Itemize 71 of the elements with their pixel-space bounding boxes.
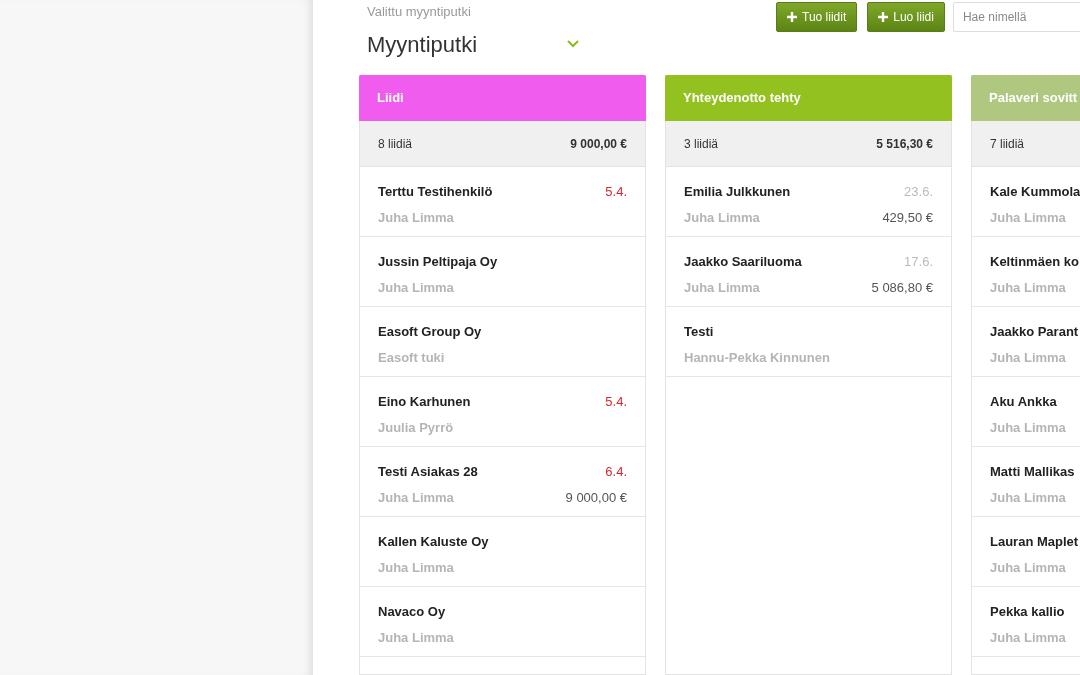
column-header: Yhteydenotto tehty (665, 75, 952, 121)
lead-owner: Juha Limma (990, 348, 1066, 367)
lead-owner: Juha Limma (684, 208, 760, 227)
lead-card[interactable]: Testi Asiakas 28 6.4. Juha Limma 9 000,00 € (360, 447, 645, 517)
due-date: 17.6. (904, 253, 933, 271)
column-header: Liidi (359, 75, 646, 121)
lead-owner: Juha Limma (378, 208, 454, 227)
lead-owner: Juulia Pyrrö (378, 418, 454, 437)
lead-owner: Juha Limma (378, 278, 454, 297)
lead-owner: Easoft tuki (378, 348, 445, 367)
lead-owner: Juha Limma (378, 488, 454, 507)
lead-count: 8 liidiä (378, 135, 413, 153)
lead-owner: Hannu-Pekka Kinnunen (684, 348, 830, 367)
lead-card[interactable]: Kallen Kaluste Oy Juha Limma (360, 517, 645, 587)
lead-card[interactable]: Matti Mallikas Juha Limma (972, 447, 1080, 517)
lead-name: Testi Asiakas 28 (378, 463, 478, 481)
lead-name: Lauran Maplet (990, 533, 1079, 551)
pipeline-label: Valittu myyntiputki (367, 3, 472, 21)
lead-card[interactable]: Easoft Group Oy Easoft tuki (360, 307, 645, 377)
toolbar-button[interactable]: Luo liidi (867, 2, 945, 32)
lead-card[interactable]: Kale Kummola Juha Limma (972, 167, 1080, 237)
lead-name: Terttu Testihenkilö (378, 183, 493, 201)
lead-name: Jaakko Parant (990, 323, 1079, 341)
lead-card[interactable]: Lauran Maplet Juha Limma (972, 517, 1080, 587)
search-field[interactable]: Hae nimellä (952, 2, 1080, 32)
lead-name: Matti Mallikas (990, 463, 1075, 481)
lead-name: Jussin Peltipaja Oy (378, 253, 498, 271)
lead-card[interactable]: Terttu Testihenkilö 5.4. Juha Limma (360, 167, 645, 237)
lead-card[interactable]: Emilia Julkkunen 23.6. Juha Limma 429,50 € (666, 167, 951, 237)
lead-name: Jaakko Saariluoma (684, 253, 802, 271)
lead-name: Kale Kummola (990, 183, 1080, 201)
lead-card[interactable]: Jaakko Saariluoma 17.6. Juha Limma 5 086,80 € (666, 237, 951, 307)
due-date: 23.6. (904, 183, 933, 201)
column-total: 5 516,30 € (876, 135, 933, 153)
lead-card[interactable]: Aku Ankka Juha Limma (972, 377, 1080, 447)
lead-owner: Juha Limma (990, 208, 1066, 227)
due-date: 6.4. (605, 463, 627, 481)
lead-name: Testi (684, 323, 714, 341)
lead-card[interactable]: Navaco Oy Juha Limma (360, 587, 645, 657)
lead-name: Eino Karhunen (378, 393, 471, 411)
lead-card[interactable]: Pekka kallio Juha Limma (972, 587, 1080, 657)
lead-card[interactable]: Eino Karhunen 5.4. Juulia Pyrrö (360, 377, 645, 447)
lead-card[interactable]: Jussin Peltipaja Oy Juha Limma (360, 237, 645, 307)
lead-card[interactable]: Keltinmäen ko Juha Limma (972, 237, 1080, 307)
lead-owner: Juha Limma (990, 418, 1066, 437)
column-header: Palaveri sovitt (971, 75, 1080, 121)
lead-owner: Juha Limma (990, 488, 1066, 507)
lead-count: 7 liidiä (990, 135, 1025, 153)
lead-owner: Juha Limma (378, 628, 454, 647)
lead-name: Aku Ankka (990, 393, 1057, 411)
lead-count: 3 liidiä (684, 135, 719, 153)
lead-name: Emilia Julkkunen (684, 183, 791, 201)
pipeline-select[interactable]: Myyntiputki (367, 27, 579, 61)
lead-value: 9 000,00 € (565, 488, 627, 507)
lead-value: 5 086,80 € (871, 278, 933, 297)
due-date: 5.4. (605, 183, 627, 201)
lead-name: Keltinmäen ko (990, 253, 1079, 271)
lead-card[interactable]: Testi Hannu-Pekka Kinnunen (666, 307, 951, 377)
lead-value: 429,50 € (882, 208, 933, 227)
due-date: 5.4. (605, 393, 627, 411)
lead-owner: Juha Limma (990, 628, 1066, 647)
lead-owner: Juha Limma (378, 558, 454, 577)
lead-name: Kallen Kaluste Oy (378, 533, 489, 551)
lead-owner: Juha Limma (990, 278, 1066, 297)
lead-name: Navaco Oy (378, 603, 446, 621)
column-total: 9 000,00 € (570, 135, 627, 153)
lead-name: Pekka kallio (990, 603, 1065, 621)
lead-card[interactable]: Jaakko Parant Juha Limma (972, 307, 1080, 377)
lead-owner: Juha Limma (990, 558, 1066, 577)
lead-name: Easoft Group Oy (378, 323, 482, 341)
lead-owner: Juha Limma (684, 278, 760, 297)
